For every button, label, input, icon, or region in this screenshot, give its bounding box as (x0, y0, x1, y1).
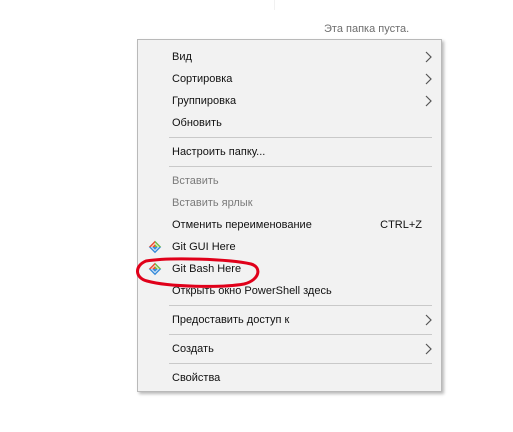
properties-label: Свойства (172, 372, 221, 384)
paste-menu-item: Вставить (138, 170, 441, 192)
customize-folder-label: Настроить папку... (172, 146, 266, 158)
undo-shortcut-text: CTRL+Z (380, 219, 422, 231)
context-menu: Вид Сортировка Группировка Обновить Наст… (137, 39, 442, 392)
git-gui-label: Git GUI Here (172, 241, 236, 253)
refresh-menu-item[interactable]: Обновить (138, 112, 441, 134)
menu-separator (169, 305, 432, 306)
undo-rename-label: Отменить переименование (172, 219, 312, 231)
properties-menu-item[interactable]: Свойства (138, 367, 441, 389)
explorer-divider (274, 0, 275, 10)
menu-separator (169, 363, 432, 364)
create-menu-item[interactable]: Создать (138, 338, 441, 360)
git-gui-menu-item[interactable]: Git GUI Here (138, 236, 441, 258)
paste-label: Вставить (172, 175, 219, 187)
share-with-menu-item[interactable]: Предоставить доступ к (138, 309, 441, 331)
empty-folder-text: Эта папка пуста. (324, 23, 410, 35)
undo-rename-menu-item[interactable]: Отменить переименование CTRL+Z (138, 214, 441, 236)
chevron-right-icon (425, 73, 432, 85)
group-label: Группировка (172, 95, 237, 107)
chevron-right-icon (425, 95, 432, 107)
share-with-label: Предоставить доступ к (172, 314, 290, 326)
create-label: Создать (172, 343, 214, 355)
chevron-right-icon (425, 314, 432, 326)
menu-separator (169, 334, 432, 335)
chevron-right-icon (425, 343, 432, 355)
powershell-label: Открыть окно PowerShell здесь (172, 285, 332, 297)
sort-menu-item[interactable]: Сортировка (138, 68, 441, 90)
chevron-right-icon (425, 51, 432, 63)
refresh-label: Обновить (172, 117, 222, 129)
git-logo-icon (148, 240, 162, 254)
menu-separator (169, 166, 432, 167)
paste-shortcut-menu-item: Вставить ярлык (138, 192, 441, 214)
menu-separator (169, 137, 432, 138)
group-menu-item[interactable]: Группировка (138, 90, 441, 112)
git-logo-icon (148, 262, 162, 276)
view-label: Вид (172, 51, 192, 63)
explorer-content-area: Эта папка пуста. Вид Сортировка Группиро… (0, 0, 513, 432)
sort-label: Сортировка (172, 73, 233, 85)
git-bash-menu-item[interactable]: Git Bash Here (138, 258, 441, 280)
git-bash-label: Git Bash Here (172, 263, 242, 275)
view-menu-item[interactable]: Вид (138, 46, 441, 68)
paste-shortcut-label: Вставить ярлык (172, 197, 253, 209)
customize-folder-menu-item[interactable]: Настроить папку... (138, 141, 441, 163)
powershell-menu-item[interactable]: Открыть окно PowerShell здесь (138, 280, 441, 302)
